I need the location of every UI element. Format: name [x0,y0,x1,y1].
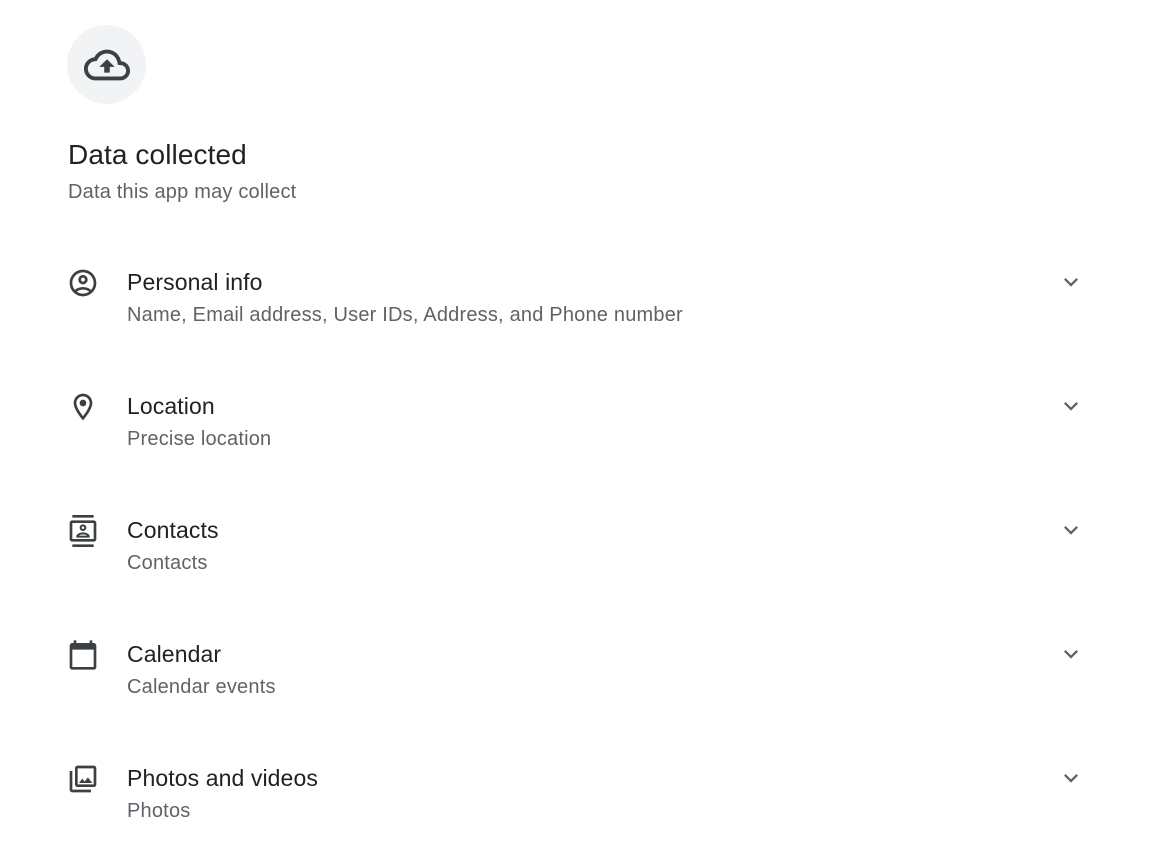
item-title: Contacts [127,517,219,543]
photo-library-icon [67,763,99,795]
section-title: Data collected [68,139,247,170]
item-title: Calendar [127,641,222,667]
item-title: Personal info [127,269,263,295]
section-subtitle: Data this app may collect [68,181,297,203]
data-item-photos-and-videos[interactable]: Photos and videos Photos [60,763,1100,863]
item-description: Name, Email address, User IDs, Address, … [127,304,683,326]
chevron-down-icon[interactable] [1056,391,1086,421]
chevron-down-icon[interactable] [1056,763,1086,793]
item-description: Photos [127,800,191,822]
chevron-down-icon[interactable] [1056,639,1086,669]
contacts-icon [67,515,99,547]
data-item-location[interactable]: Location Precise location [60,391,1100,491]
chevron-down-icon[interactable] [1056,515,1086,545]
item-description: Calendar events [127,676,276,698]
location-pin-icon [67,391,99,423]
data-collected-icon-badge [67,25,146,104]
item-description: Contacts [127,552,208,574]
calendar-icon [67,639,99,671]
item-title: Photos and videos [127,765,318,791]
cloud-upload-icon [83,49,130,80]
account-circle-icon [67,267,99,299]
data-item-personal-info[interactable]: Personal info Name, Email address, User … [60,267,1100,367]
chevron-down-icon[interactable] [1056,267,1086,297]
item-title: Location [127,393,215,419]
data-item-calendar[interactable]: Calendar Calendar events [60,639,1100,739]
item-description: Precise location [127,428,272,450]
data-item-contacts[interactable]: Contacts Contacts [60,515,1100,615]
